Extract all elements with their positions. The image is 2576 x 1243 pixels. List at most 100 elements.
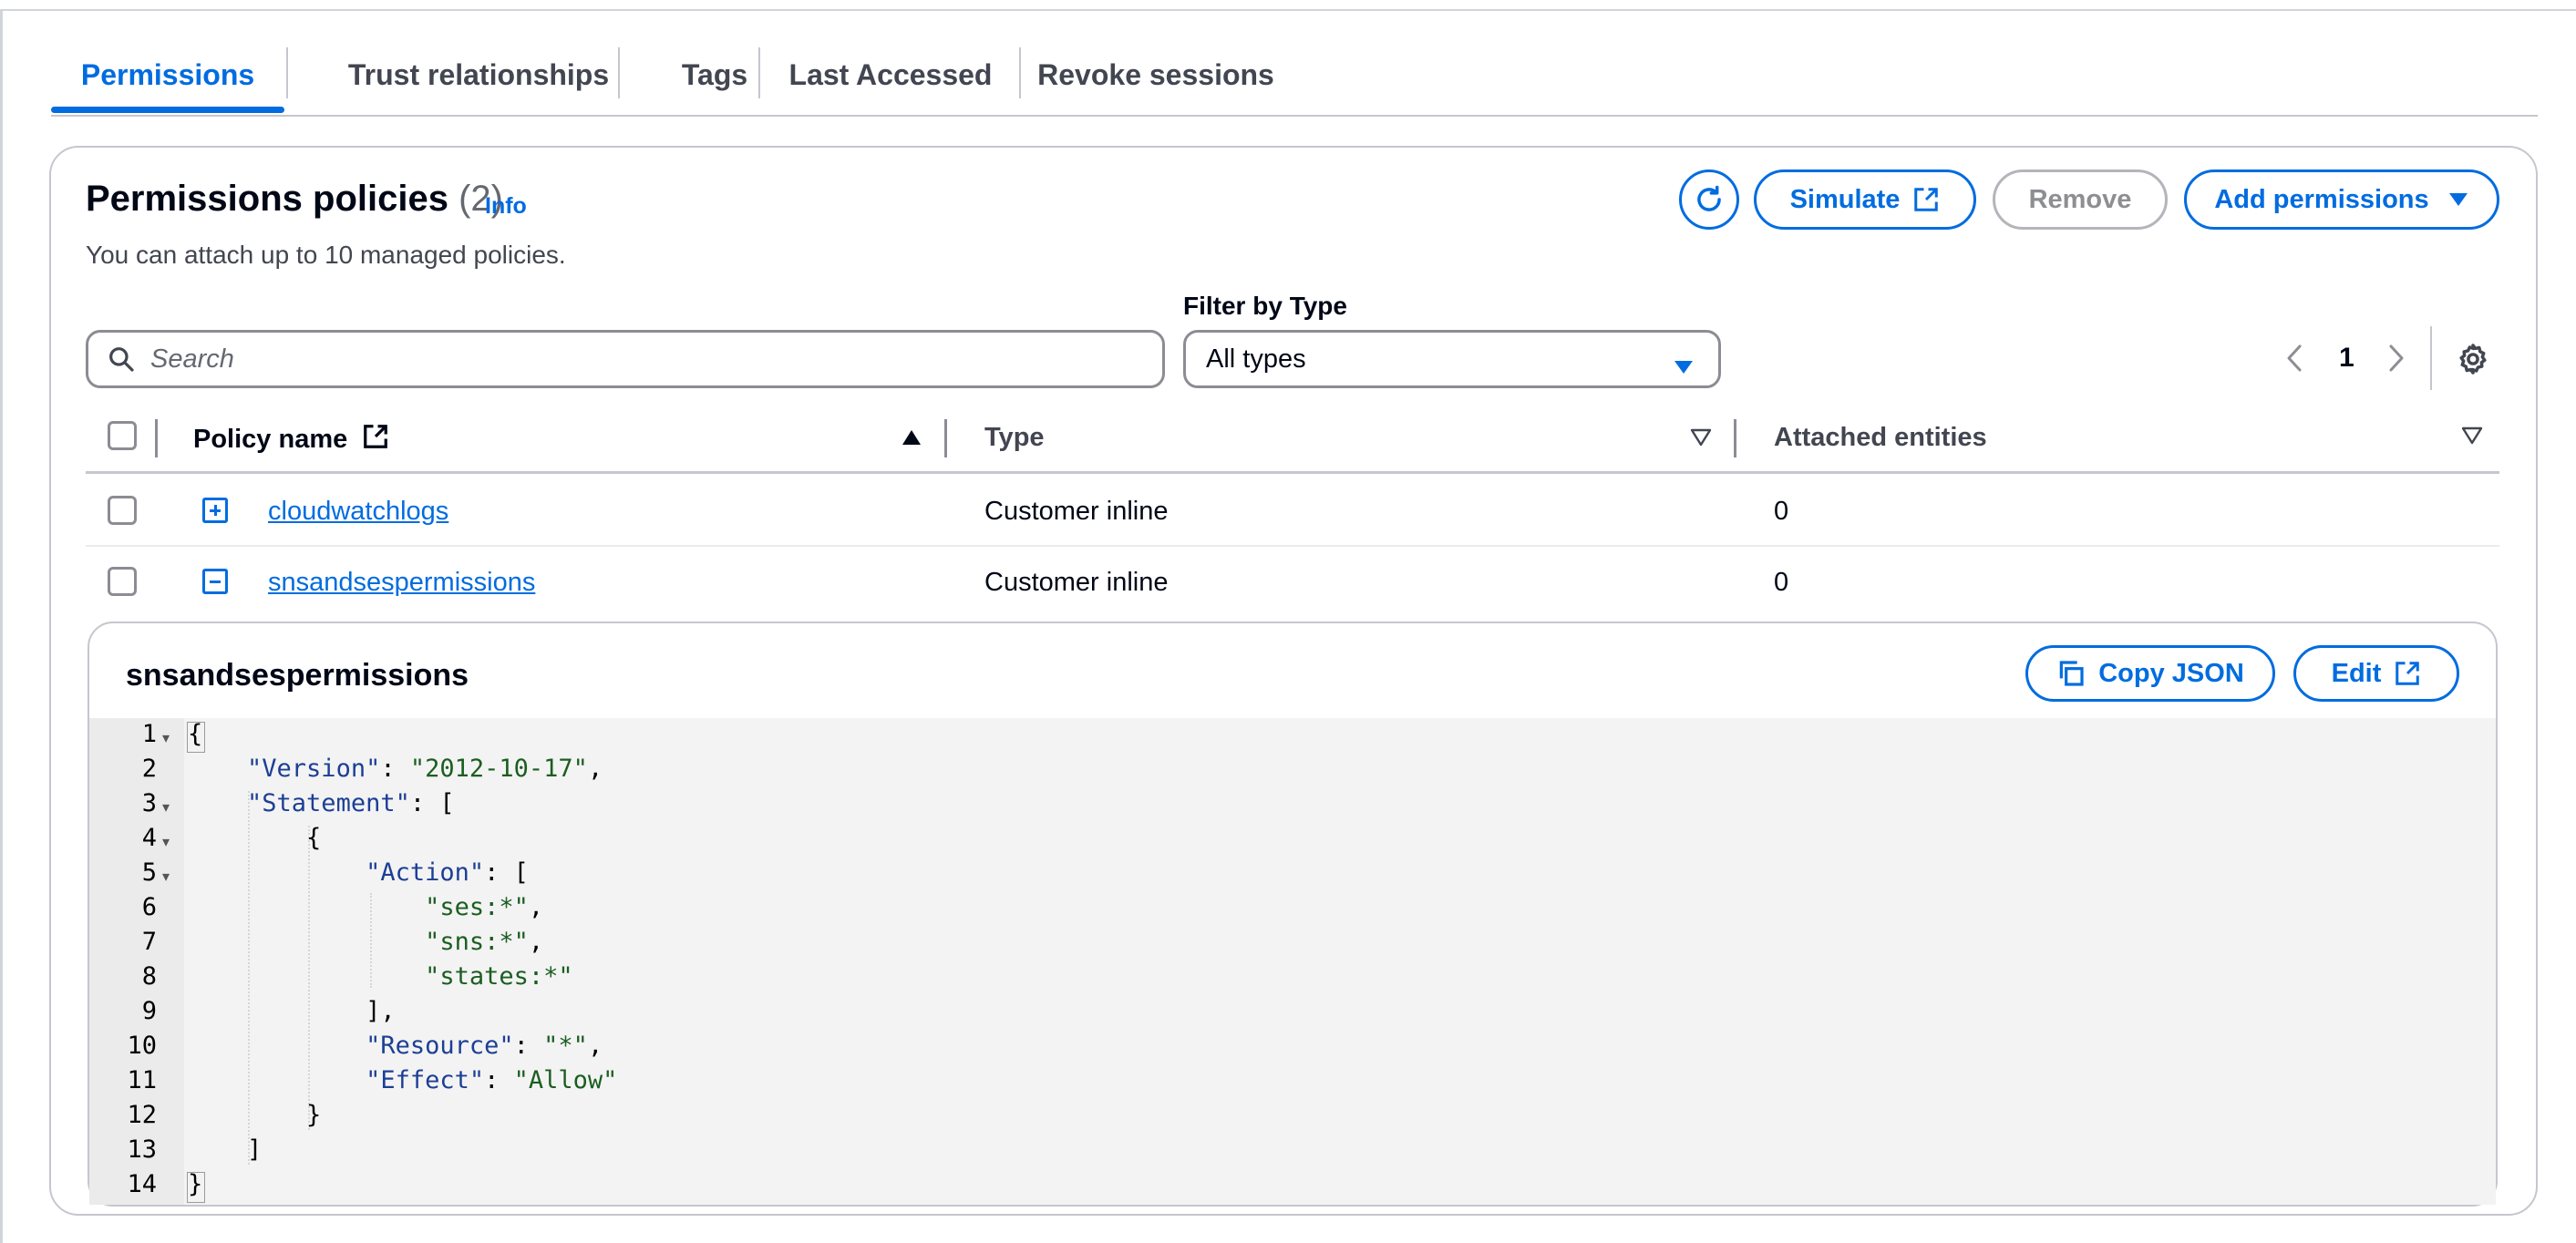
column-divider xyxy=(155,419,158,457)
search-field[interactable] xyxy=(86,330,1165,388)
line-number: 14 xyxy=(127,1170,157,1198)
add-permissions-button[interactable]: Add permissions xyxy=(2184,170,2499,230)
code-line: "states:*" xyxy=(188,962,573,991)
edit-label: Edit xyxy=(2331,658,2382,688)
line-number: 7 xyxy=(141,928,157,956)
policy-type: Customer inline xyxy=(984,568,1169,597)
search-icon xyxy=(107,344,136,374)
line-number: 12 xyxy=(127,1101,157,1129)
tab-label: Tags xyxy=(681,57,748,91)
line-number: 1 xyxy=(141,720,157,748)
code-line: } xyxy=(188,1101,322,1129)
line-number: 11 xyxy=(127,1066,157,1094)
line-number: 2 xyxy=(141,755,157,783)
add-permissions-label: Add permissions xyxy=(2214,184,2429,214)
json-string: "states:*" xyxy=(425,962,573,991)
title-text: Permissions policies xyxy=(86,179,448,219)
caret-down-icon xyxy=(2447,191,2469,208)
code-line: } xyxy=(188,1170,203,1198)
fold-arrow-icon[interactable]: ▾ xyxy=(162,868,170,886)
tab-label: Revoke sessions xyxy=(1037,57,1274,91)
external-link-icon xyxy=(2394,660,2421,687)
tab-last-accessed[interactable]: Last Accessed xyxy=(760,40,1021,109)
simulate-button[interactable]: Simulate xyxy=(1754,170,1976,230)
filter-type-select[interactable]: All types xyxy=(1183,330,1721,388)
pagination-page-number[interactable]: 1 xyxy=(2339,343,2354,374)
policy-name-link[interactable]: snsandsespermissions xyxy=(268,568,535,598)
json-string: "sns:*" xyxy=(425,928,529,956)
column-header-policy-name[interactable]: Policy name xyxy=(193,423,389,457)
external-link-icon xyxy=(362,423,389,457)
row-checkbox[interactable] xyxy=(108,496,137,525)
edit-button[interactable]: Edit xyxy=(2293,645,2459,702)
copy-json-label: Copy JSON xyxy=(2098,658,2244,688)
column-header-attached-entities[interactable]: Attached entities xyxy=(1774,423,1987,453)
collapse-icon[interactable] xyxy=(202,569,228,594)
sort-icon[interactable] xyxy=(2461,426,2483,449)
line-number: 4 xyxy=(141,824,157,852)
line-number: 13 xyxy=(127,1135,157,1164)
info-link[interactable]: Info xyxy=(485,193,527,220)
column-header-type[interactable]: Type xyxy=(984,423,1045,453)
json-string: "2012-10-17" xyxy=(409,755,588,783)
attached-entities-count: 0 xyxy=(1774,568,1789,597)
sort-ascending-icon[interactable] xyxy=(901,428,922,451)
column-divider xyxy=(944,419,947,457)
json-key: "Action" xyxy=(366,858,485,887)
fold-arrow-icon[interactable]: ▾ xyxy=(162,729,170,747)
fold-arrow-icon[interactable]: ▾ xyxy=(162,798,170,817)
line-number: 10 xyxy=(127,1032,157,1060)
row-checkbox[interactable] xyxy=(108,567,137,596)
code-line: { xyxy=(188,824,322,852)
code-line: "ses:*", xyxy=(425,893,544,921)
pagination-next-icon[interactable] xyxy=(2386,343,2406,378)
policy-details-title: snsandsespermissions xyxy=(126,658,469,693)
line-number: 9 xyxy=(141,997,157,1025)
caret-down-icon xyxy=(1673,353,1695,383)
line-number: 5 xyxy=(141,858,157,887)
tab-permissions[interactable]: Permissions xyxy=(51,40,284,113)
code-line: ], xyxy=(188,997,396,1025)
gear-icon[interactable] xyxy=(2456,342,2490,381)
json-key: "Resource" xyxy=(366,1032,514,1060)
pagination-prev-icon[interactable] xyxy=(2284,343,2304,378)
tab-label: Permissions xyxy=(80,57,255,91)
window-top-border xyxy=(0,9,2576,11)
fold-arrow-icon[interactable]: ▾ xyxy=(162,833,170,851)
row-divider xyxy=(86,545,2499,547)
copy-json-button[interactable]: Copy JSON xyxy=(2025,645,2275,702)
code-line: "Resource": "*", xyxy=(366,1032,603,1060)
tab-label: Trust relationships xyxy=(347,57,610,91)
pagination-divider xyxy=(2430,326,2432,390)
code-line: { xyxy=(188,720,203,748)
column-header-label: Policy name xyxy=(193,425,348,454)
sort-icon[interactable] xyxy=(1690,428,1712,451)
expand-icon[interactable] xyxy=(202,498,228,523)
copy-icon xyxy=(2056,659,2086,688)
policy-name-link[interactable]: cloudwatchlogs xyxy=(268,497,448,527)
code-line: "Effect": "Allow" xyxy=(366,1066,618,1094)
external-link-icon xyxy=(1912,186,1940,213)
remove-label: Remove xyxy=(2028,184,2132,214)
remove-button[interactable]: Remove xyxy=(1993,170,2168,230)
filter-type-value: All types xyxy=(1206,344,1306,374)
simulate-label: Simulate xyxy=(1789,184,1901,214)
select-all-checkbox[interactable] xyxy=(108,421,137,450)
refresh-icon xyxy=(1692,182,1726,217)
refresh-button[interactable] xyxy=(1679,170,1739,230)
table-header-divider xyxy=(86,471,2499,474)
tab-bar: Permissions Trust relationships Tags Las… xyxy=(51,40,2538,115)
code-line: "Statement": [ xyxy=(247,789,455,817)
tab-revoke-sessions[interactable]: Revoke sessions xyxy=(1021,40,1291,109)
line-number: 8 xyxy=(141,962,157,991)
code-line: "Action": [ xyxy=(366,858,529,887)
code-line: "Version": "2012-10-17", xyxy=(247,755,603,783)
active-tab-indicator xyxy=(51,107,284,113)
page-title: Permissions policies (2) xyxy=(86,179,503,220)
policy-type: Customer inline xyxy=(984,497,1169,526)
tab-trust-relationships[interactable]: Trust relationships xyxy=(288,40,669,109)
search-input[interactable] xyxy=(150,344,1135,375)
filter-by-type-label: Filter by Type xyxy=(1183,292,1347,320)
line-number: 3 xyxy=(141,789,157,817)
code-line: "sns:*", xyxy=(425,928,544,956)
